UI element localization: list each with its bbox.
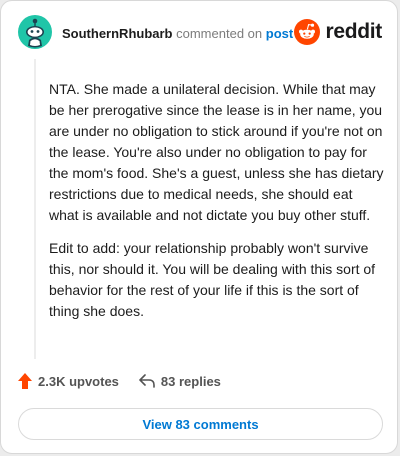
reddit-wordmark: reddit bbox=[325, 20, 382, 43]
comment-paragraph: Edit to add: your relationship probably … bbox=[49, 240, 376, 319]
upvote-count: 2.3K upvotes bbox=[38, 373, 119, 389]
avatar[interactable] bbox=[18, 15, 52, 49]
username[interactable]: SouthernRhubarb bbox=[62, 26, 173, 41]
reddit-snoo-icon bbox=[294, 19, 321, 45]
upvote-button[interactable]: 2.3K upvotes bbox=[18, 373, 119, 389]
reddit-brand[interactable]: reddit bbox=[294, 19, 382, 45]
comment-paragraph: NTA. She made a unilateral decision. Whi… bbox=[49, 81, 384, 223]
reply-button[interactable]: 83 replies bbox=[139, 374, 221, 389]
comment-card: SouthernRhubarb commented on post reddit… bbox=[0, 0, 398, 454]
reply-count: 83 replies bbox=[160, 373, 221, 389]
snoo-avatar-icon bbox=[18, 15, 52, 49]
comment-header: SouthernRhubarb commented on post bbox=[62, 26, 293, 42]
comment-actions: 2.3K upvotes 83 replies bbox=[18, 373, 221, 389]
comment-body: NTA. She made a unilateral decision. Whi… bbox=[49, 79, 385, 334]
thread-line bbox=[34, 59, 36, 359]
reply-arrow-icon bbox=[139, 374, 155, 388]
comment-verb: commented on bbox=[176, 26, 263, 41]
upvote-arrow-icon bbox=[18, 373, 32, 389]
post-link[interactable]: post bbox=[266, 26, 293, 41]
view-comments-button[interactable]: View 83 comments bbox=[18, 408, 383, 440]
